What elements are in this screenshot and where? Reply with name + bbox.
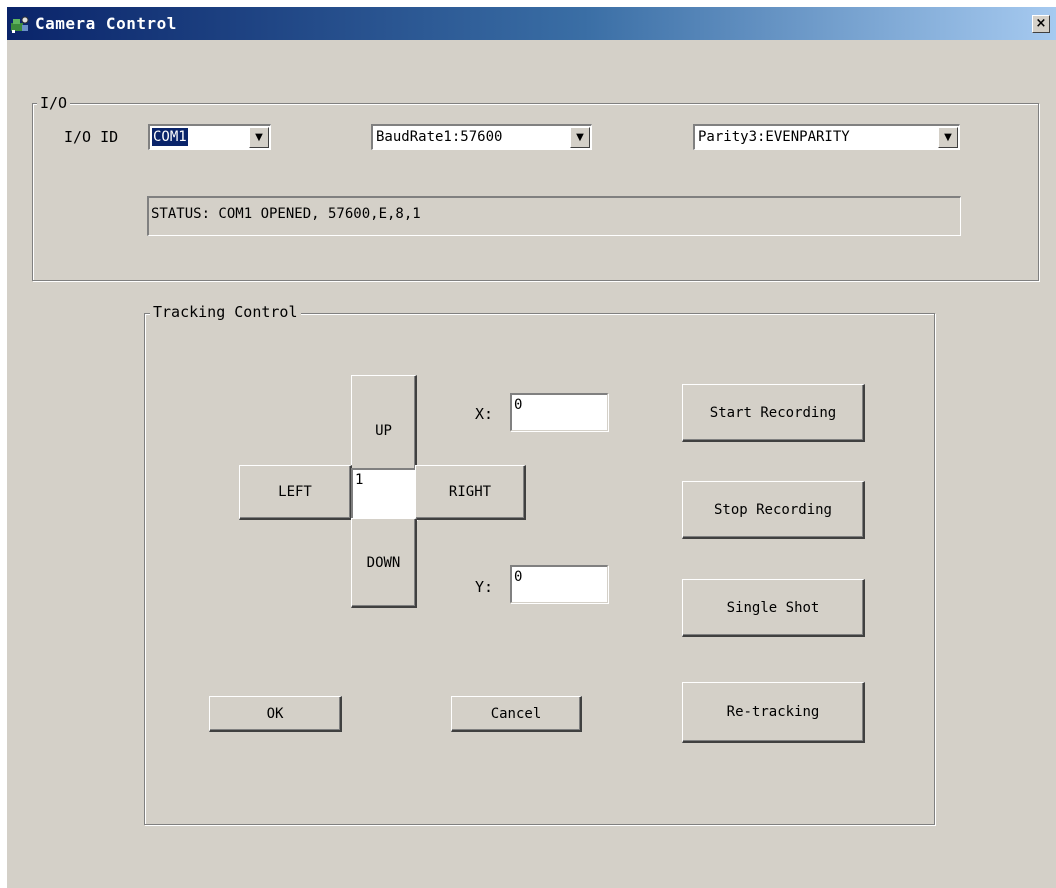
y-input[interactable]: 0 [510, 565, 608, 603]
io-id-label: I/O ID [64, 128, 119, 146]
parity-value: Parity3:EVENPARITY [698, 129, 850, 145]
x-value: 0 [514, 397, 523, 413]
right-button[interactable]: RIGHT [415, 465, 526, 520]
io-port-value: COM1 [152, 128, 188, 146]
up-button[interactable]: UP [351, 375, 417, 471]
camera-control-window: Camera Control × I/O I/O ID COM1 ▼ BaudR… [7, 7, 1056, 888]
ok-button-label: OK [266, 705, 284, 722]
window-title: Camera Control [35, 14, 177, 33]
x-input[interactable]: 0 [510, 393, 608, 431]
title-bar[interactable]: Camera Control × [7, 7, 1056, 40]
baud-rate-select[interactable]: BaudRate1:57600 ▼ [371, 124, 592, 150]
retracking-button[interactable]: Re-tracking [682, 682, 865, 743]
up-button-label: UP [375, 423, 392, 439]
retracking-label: Re-tracking [726, 704, 820, 720]
start-recording-label: Start Recording [709, 404, 837, 421]
io-group-label: I/O [37, 95, 71, 112]
x-label: X: [475, 405, 494, 423]
tracking-group-label: Tracking Control [150, 304, 301, 321]
close-icon: × [1035, 16, 1047, 31]
single-shot-label: Single Shot [726, 599, 820, 616]
y-value: 0 [514, 569, 523, 585]
right-button-label: RIGHT [448, 484, 492, 500]
step-value: 1 [355, 472, 364, 488]
status-field: STATUS: COM1 OPENED, 57600,E,8,1 [147, 196, 961, 236]
chevron-down-icon[interactable]: ▼ [938, 127, 958, 148]
start-recording-button[interactable]: Start Recording [682, 384, 865, 442]
left-button[interactable]: LEFT [239, 465, 352, 520]
io-port-select[interactable]: COM1 ▼ [148, 124, 271, 150]
chevron-down-icon[interactable]: ▼ [249, 127, 269, 148]
ok-button[interactable]: OK [209, 696, 342, 732]
left-button-label: LEFT [278, 484, 312, 500]
down-button-label: DOWN [366, 555, 401, 571]
status-text: STATUS: COM1 OPENED, 57600,E,8,1 [151, 206, 421, 222]
stop-recording-button[interactable]: Stop Recording [682, 481, 865, 539]
cancel-button[interactable]: Cancel [451, 696, 582, 732]
single-shot-button[interactable]: Single Shot [682, 579, 865, 637]
down-button[interactable]: DOWN [351, 518, 417, 608]
y-label: Y: [475, 578, 494, 596]
chevron-down-icon[interactable]: ▼ [570, 127, 590, 148]
parity-select[interactable]: Parity3:EVENPARITY ▼ [693, 124, 960, 150]
cancel-button-label: Cancel [490, 705, 542, 722]
stop-recording-label: Stop Recording [713, 501, 832, 518]
baud-rate-value: BaudRate1:57600 [376, 129, 503, 145]
step-input[interactable]: 1 [351, 468, 417, 520]
close-button[interactable]: × [1032, 15, 1050, 33]
camera-control-app-icon [11, 16, 29, 33]
